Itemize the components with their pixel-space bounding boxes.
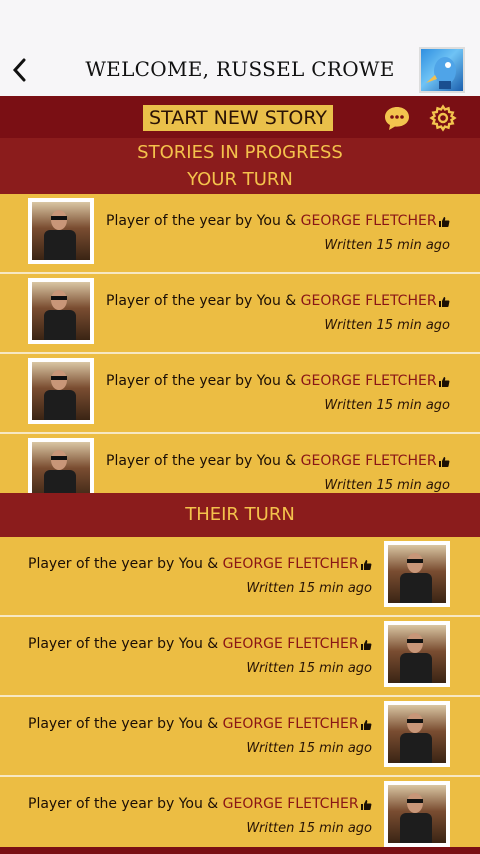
- list-item[interactable]: Player of the year by You & GEORGE FLETC…: [0, 354, 480, 434]
- start-new-story-button[interactable]: START NEW STORY: [143, 105, 333, 131]
- list-item[interactable]: Player of the year by You & GEORGE FLETC…: [0, 617, 480, 697]
- partner-name: GEORGE FLETCHER: [300, 453, 437, 469]
- list-item[interactable]: Player of the year by You & GEORGE FLETC…: [0, 194, 480, 274]
- your-turn-list: Player of the year by You & GEORGE FLETC…: [0, 194, 480, 493]
- story-time: Written 15 min ago: [246, 581, 372, 596]
- story-thumbnail: [384, 781, 450, 847]
- thumbs-up-icon[interactable]: [360, 799, 372, 811]
- story-title: Player of the year by You & GEORGE FLETC…: [106, 213, 437, 229]
- thumbs-up-icon[interactable]: [360, 719, 372, 731]
- story-title: Player of the year by You & GEORGE FLETC…: [28, 716, 359, 732]
- story-thumbnail: [384, 701, 450, 767]
- list-item[interactable]: Player of the year by You & GEORGE FLETC…: [0, 274, 480, 354]
- story-thumbnail: [384, 541, 450, 607]
- story-time: Written 15 min ago: [246, 741, 372, 756]
- partner-name: GEORGE FLETCHER: [222, 556, 359, 572]
- gear-icon[interactable]: [429, 104, 457, 132]
- partner-name: GEORGE FLETCHER: [300, 293, 437, 309]
- story-time: Written 15 min ago: [324, 398, 450, 413]
- their-turn-list: Player of the year by You & GEORGE FLETC…: [0, 537, 480, 847]
- partner-name: GEORGE FLETCHER: [300, 213, 437, 229]
- thumbs-up-icon[interactable]: [438, 216, 450, 228]
- story-title: Player of the year by You & GEORGE FLETC…: [28, 556, 359, 572]
- thumbs-up-icon[interactable]: [360, 559, 372, 571]
- thumbs-up-icon[interactable]: [360, 639, 372, 651]
- story-title: Player of the year by You & GEORGE FLETC…: [28, 636, 359, 652]
- partner-name: GEORGE FLETCHER: [222, 796, 359, 812]
- story-time: Written 15 min ago: [324, 318, 450, 333]
- their-turn-header: THEIR TURN: [0, 493, 480, 537]
- list-item[interactable]: Player of the year by You & GEORGE FLETC…: [0, 537, 480, 617]
- list-item[interactable]: Player of the year by You & GEORGE FLETC…: [0, 777, 480, 847]
- story-time: Written 15 min ago: [324, 238, 450, 253]
- story-title: Player of the year by You & GEORGE FLETC…: [106, 293, 437, 309]
- story-thumbnail: [28, 278, 94, 344]
- partner-name: GEORGE FLETCHER: [300, 373, 437, 389]
- story-time: Written 15 min ago: [246, 821, 372, 836]
- bottom-bar: [0, 847, 480, 854]
- story-time: Written 15 min ago: [324, 478, 450, 493]
- top-bar: WELCOME, RUSSEL CROWE: [0, 0, 480, 96]
- chat-icon[interactable]: [383, 104, 411, 132]
- story-thumbnail: [28, 438, 94, 493]
- partner-name: GEORGE FLETCHER: [222, 636, 359, 652]
- profile-avatar[interactable]: [419, 47, 465, 93]
- story-thumbnail: [384, 621, 450, 687]
- thumbs-up-icon[interactable]: [438, 296, 450, 308]
- welcome-title: WELCOME, RUSSEL CROWE: [85, 57, 395, 81]
- story-thumbnail: [28, 358, 94, 424]
- list-item[interactable]: Player of the year by You & GEORGE FLETC…: [0, 434, 480, 493]
- thumbs-up-icon[interactable]: [438, 456, 450, 468]
- list-item[interactable]: Player of the year by You & GEORGE FLETC…: [0, 697, 480, 777]
- partner-name: GEORGE FLETCHER: [222, 716, 359, 732]
- back-icon: [12, 58, 26, 82]
- your-turn-title: YOUR TURN: [187, 169, 293, 190]
- story-title: Player of the year by You & GEORGE FLETC…: [106, 373, 437, 389]
- story-time: Written 15 min ago: [246, 661, 372, 676]
- thumbs-up-icon[interactable]: [438, 376, 450, 388]
- stories-in-progress-header: STORIES IN PROGRESS YOUR TURN: [0, 138, 480, 194]
- story-thumbnail: [28, 198, 94, 264]
- section-title: STORIES IN PROGRESS: [137, 142, 343, 163]
- story-title: Player of the year by You & GEORGE FLETC…: [28, 796, 359, 812]
- story-title: Player of the year by You & GEORGE FLETC…: [106, 453, 437, 469]
- back-button[interactable]: [8, 56, 32, 84]
